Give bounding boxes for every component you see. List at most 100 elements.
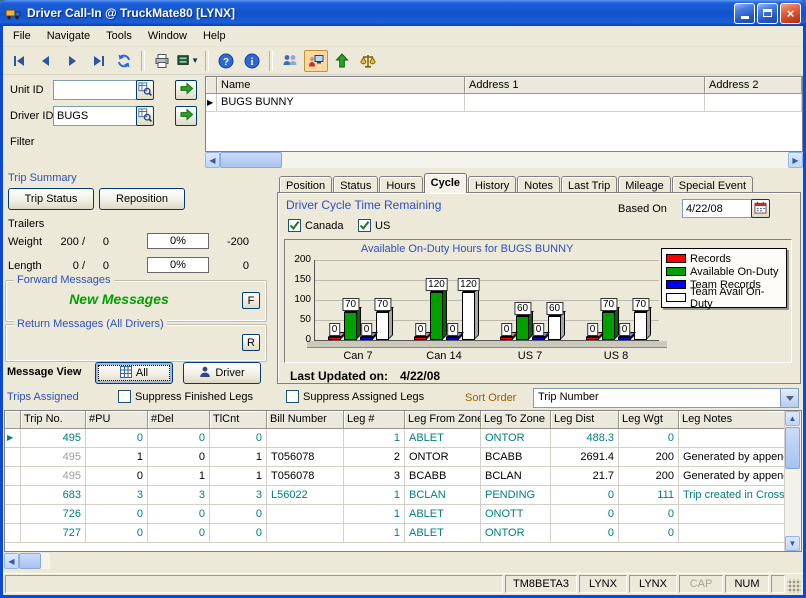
message-view-all-button[interactable]: All bbox=[95, 362, 173, 384]
tab-hours[interactable]: Hours bbox=[379, 176, 422, 193]
first-record-button[interactable] bbox=[8, 50, 32, 72]
trips-cell: 495 bbox=[21, 429, 86, 448]
us-checkbox[interactable]: US bbox=[358, 219, 390, 232]
bar bbox=[618, 337, 631, 340]
scroll-down-button[interactable]: ▼ bbox=[785, 536, 800, 551]
calendar-button[interactable] bbox=[751, 199, 770, 218]
tab-status[interactable]: Status bbox=[333, 176, 378, 193]
grid-icon bbox=[120, 366, 132, 381]
driver-go-button[interactable] bbox=[175, 106, 197, 126]
menu-navigate[interactable]: Navigate bbox=[39, 27, 98, 45]
last-record-button[interactable] bbox=[86, 50, 110, 72]
maximize-button[interactable] bbox=[757, 3, 778, 24]
marker-column-header bbox=[206, 77, 217, 94]
trips-col-header[interactable]: Trip No. bbox=[21, 411, 86, 429]
name-grid-col-header[interactable]: Address 2 bbox=[705, 77, 802, 94]
trips-col-header[interactable]: Leg Dist bbox=[551, 411, 619, 429]
chart-plot: 050100150200Can 7070070Can 1401200120US … bbox=[315, 260, 659, 340]
checkin-button[interactable] bbox=[330, 50, 354, 72]
minimize-button[interactable] bbox=[734, 3, 755, 24]
forward-messages-button[interactable]: F bbox=[242, 292, 260, 309]
driver-lookup-button[interactable] bbox=[136, 106, 154, 126]
scroll-thumb[interactable] bbox=[19, 553, 41, 569]
message-view-driver-button[interactable]: Driver bbox=[183, 362, 261, 384]
axis-tick-label: 50 bbox=[291, 315, 311, 325]
bar bbox=[328, 337, 341, 340]
bar-value-label: 70 bbox=[600, 298, 617, 311]
based-on-date-input[interactable] bbox=[682, 199, 752, 218]
trips-cell: 3 bbox=[86, 486, 148, 505]
prior-record-button[interactable] bbox=[34, 50, 58, 72]
tab-notes[interactable]: Notes bbox=[517, 176, 560, 193]
table-row[interactable]: ▶BUGS BUNNY bbox=[206, 94, 802, 112]
driver-callin-button[interactable] bbox=[304, 50, 328, 72]
trips-col-header[interactable]: Leg From Zone bbox=[405, 411, 481, 429]
tab-history[interactable]: History bbox=[468, 176, 516, 193]
bar bbox=[602, 312, 615, 340]
trips-col-header[interactable]: Leg # bbox=[344, 411, 405, 429]
return-messages-button[interactable]: R bbox=[242, 334, 260, 351]
tab-mileage[interactable]: Mileage bbox=[618, 176, 671, 193]
forward-messages-label: Forward Messages bbox=[14, 274, 114, 286]
print-button[interactable] bbox=[150, 50, 174, 72]
menu-window[interactable]: Window bbox=[140, 27, 195, 45]
trip-status-button[interactable]: Trip Status bbox=[8, 188, 94, 210]
trips-grid-hscrollbar: ◀ bbox=[4, 553, 50, 569]
table-row[interactable]: 7260001ABLETONOTT00 bbox=[5, 505, 787, 524]
unit-id-input[interactable] bbox=[53, 80, 137, 100]
table-row[interactable]: ▶4950001ABLETONTOR488.30 bbox=[5, 429, 787, 448]
name-grid-col-header[interactable]: Name bbox=[217, 77, 465, 94]
menu-file[interactable]: File bbox=[5, 27, 39, 45]
help-icon-button[interactable]: ? bbox=[214, 50, 238, 72]
report-menu-button[interactable]: ▼ bbox=[176, 50, 200, 72]
users-button[interactable] bbox=[278, 50, 302, 72]
toolbar: ▼ ? i bbox=[3, 47, 803, 75]
trips-col-header[interactable]: #PU bbox=[86, 411, 148, 429]
close-button[interactable]: × bbox=[780, 3, 801, 24]
trips-col-header[interactable]: TlCnt bbox=[210, 411, 267, 429]
table-row[interactable]: 7270001ABLETONTOR00 bbox=[5, 524, 787, 543]
trips-col-header[interactable]: #Del bbox=[148, 411, 210, 429]
driver-id-input[interactable] bbox=[53, 106, 137, 126]
menu-tools[interactable]: Tools bbox=[98, 27, 140, 45]
trips-cell: PENDING bbox=[481, 486, 551, 505]
new-messages-text: New Messages bbox=[6, 291, 232, 307]
table-row[interactable]: 683333L560221BCLANPENDING0111Trip create… bbox=[5, 486, 787, 505]
trips-col-header[interactable]: Bill Number bbox=[267, 411, 344, 429]
scroll-thumb[interactable] bbox=[220, 152, 282, 168]
scroll-up-button[interactable]: ▲ bbox=[785, 411, 800, 426]
trips-col-header[interactable]: Leg Notes bbox=[679, 411, 787, 429]
menu-help[interactable]: Help bbox=[195, 27, 234, 45]
sort-order-combo[interactable]: Trip Number bbox=[533, 388, 799, 408]
trips-col-header[interactable]: Leg To Zone bbox=[481, 411, 551, 429]
scroll-right-button[interactable]: ▶ bbox=[788, 152, 803, 168]
tab-position[interactable]: Position bbox=[279, 176, 332, 193]
legend-swatch bbox=[666, 267, 686, 276]
unit-go-button[interactable] bbox=[175, 80, 197, 100]
name-grid-col-header[interactable]: Address 1 bbox=[465, 77, 705, 94]
suppress-assigned-checkbox[interactable]: Suppress Assigned Legs bbox=[286, 390, 424, 403]
tab-special-event[interactable]: Special Event bbox=[672, 176, 753, 193]
scroll-thumb[interactable] bbox=[785, 427, 800, 469]
chevron-down-icon[interactable] bbox=[780, 389, 798, 407]
next-record-button[interactable] bbox=[60, 50, 84, 72]
reposition-button[interactable]: Reposition bbox=[99, 188, 185, 210]
status-panel-spacer bbox=[771, 575, 785, 593]
tab-cycle[interactable]: Cycle bbox=[424, 173, 467, 193]
trips-col-header[interactable]: Leg Wgt bbox=[619, 411, 679, 429]
unit-lookup-button[interactable] bbox=[136, 80, 154, 100]
scroll-left-button[interactable]: ◀ bbox=[4, 553, 19, 569]
scales-button[interactable] bbox=[356, 50, 380, 72]
tab-last-trip[interactable]: Last Trip bbox=[561, 176, 617, 193]
refresh-button[interactable] bbox=[112, 50, 136, 72]
table-row[interactable]: 495101T0560782ONTORBCABB2691.4200Generat… bbox=[5, 448, 787, 467]
scroll-left-button[interactable]: ◀ bbox=[205, 152, 220, 168]
resize-grip[interactable] bbox=[787, 579, 801, 593]
status-panel-company: LYNX bbox=[579, 575, 627, 593]
table-row[interactable]: 495011T0560783BCABBBCLAN21.7200Generated… bbox=[5, 467, 787, 486]
trips-cell bbox=[267, 524, 344, 543]
status-bar: TM8BETA3 LYNX LYNX CAP NUM bbox=[3, 573, 803, 595]
canada-checkbox[interactable]: Canada bbox=[288, 219, 344, 232]
info-icon-button[interactable]: i bbox=[240, 50, 264, 72]
suppress-finished-checkbox[interactable]: Suppress Finished Legs bbox=[118, 390, 253, 403]
